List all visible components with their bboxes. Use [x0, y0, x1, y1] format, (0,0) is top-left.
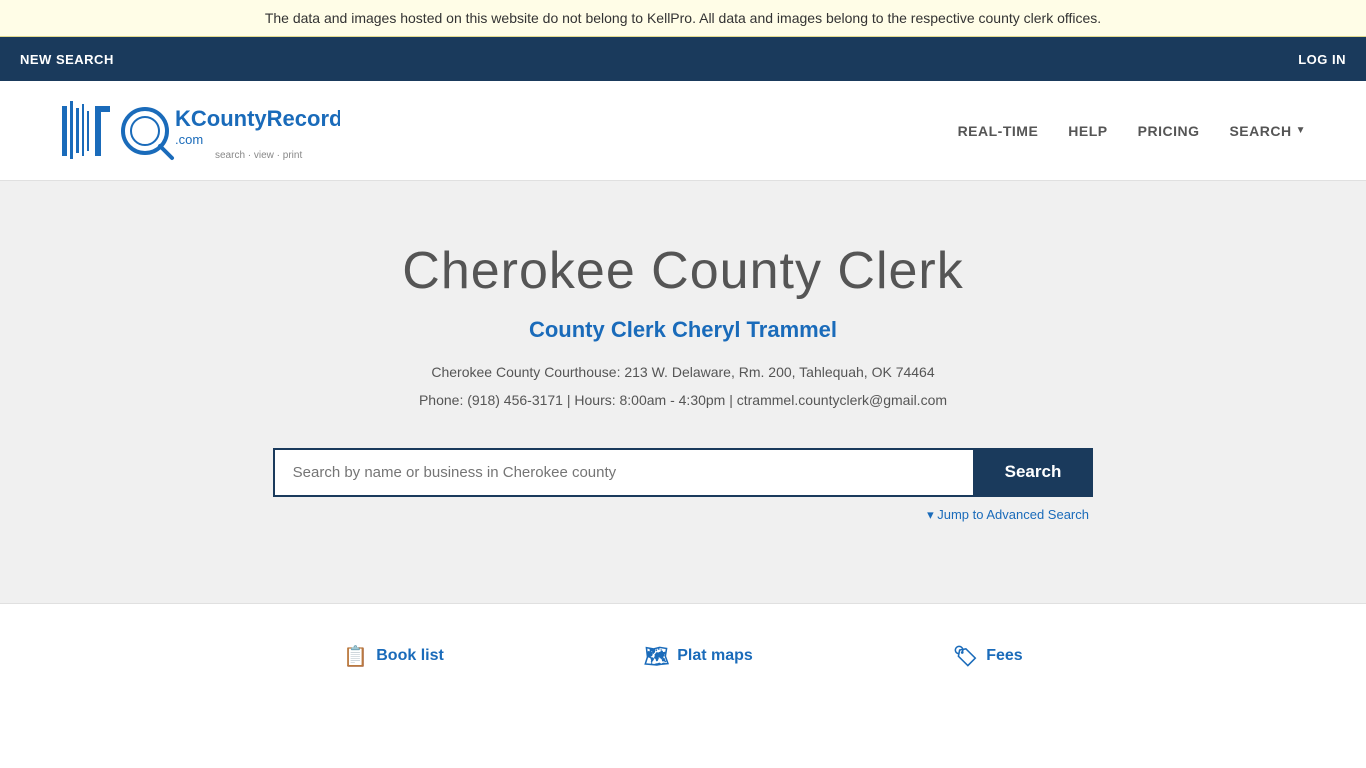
search-button[interactable]: Search [973, 448, 1094, 497]
logo-icon: KCountyRecords .com search · view · prin… [60, 96, 340, 166]
nav-search-label: SEARCH [1229, 123, 1291, 139]
footer-links: 📋 Book list 🗺 Plat maps 🏷 Fees [0, 603, 1366, 709]
site-header: KCountyRecords .com search · view · prin… [0, 81, 1366, 181]
main-content: Cherokee County Clerk County Clerk Chery… [0, 181, 1366, 603]
chevron-down-icon: ▼ [1296, 125, 1306, 136]
fees-icon: 🏷 [953, 644, 978, 669]
info-banner: The data and images hosted on this websi… [0, 0, 1366, 37]
advanced-search-container: ▾ Jump to Advanced Search [277, 507, 1089, 523]
book-list-label: Book list [376, 647, 444, 665]
svg-text:KCountyRecords: KCountyRecords [175, 106, 340, 131]
clerk-name: County Clerk Cheryl Trammel [20, 317, 1346, 343]
book-list-icon: 📋 [343, 644, 368, 669]
logo-area[interactable]: KCountyRecords .com search · view · prin… [60, 96, 340, 166]
fees-label: Fees [986, 647, 1022, 665]
nav-help[interactable]: HELP [1068, 123, 1107, 139]
log-in-link[interactable]: LOG IN [1298, 52, 1346, 67]
new-search-link[interactable]: NEW SEARCH [20, 52, 114, 67]
fees-link[interactable]: 🏷 Fees [953, 644, 1023, 669]
advanced-search-link[interactable]: ▾ Jump to Advanced Search [927, 507, 1089, 522]
nav-realtime[interactable]: REAL-TIME [958, 123, 1039, 139]
svg-text:.com: .com [175, 132, 203, 147]
nav-bar: NEW SEARCH LOG IN [0, 37, 1366, 81]
plat-maps-link[interactable]: 🗺 Plat maps [644, 644, 753, 669]
plat-maps-icon: 🗺 [644, 644, 669, 669]
nav-pricing[interactable]: PRICING [1138, 123, 1200, 139]
plat-maps-label: Plat maps [677, 647, 753, 665]
search-bar-container: Search [20, 448, 1346, 497]
search-input[interactable] [273, 448, 973, 497]
book-list-link[interactable]: 📋 Book list [343, 644, 443, 669]
header-nav: REAL-TIME HELP PRICING SEARCH ▼ [958, 123, 1306, 139]
banner-text: The data and images hosted on this websi… [265, 10, 1101, 26]
courthouse-line2: Phone: (918) 456-3171 | Hours: 8:00am - … [20, 389, 1346, 411]
nav-search-dropdown[interactable]: SEARCH ▼ [1229, 123, 1306, 139]
county-title: Cherokee County Clerk [20, 241, 1346, 301]
courthouse-line1: Cherokee County Courthouse: 213 W. Delaw… [20, 361, 1346, 383]
svg-text:search · view · print: search · view · print [215, 150, 302, 161]
